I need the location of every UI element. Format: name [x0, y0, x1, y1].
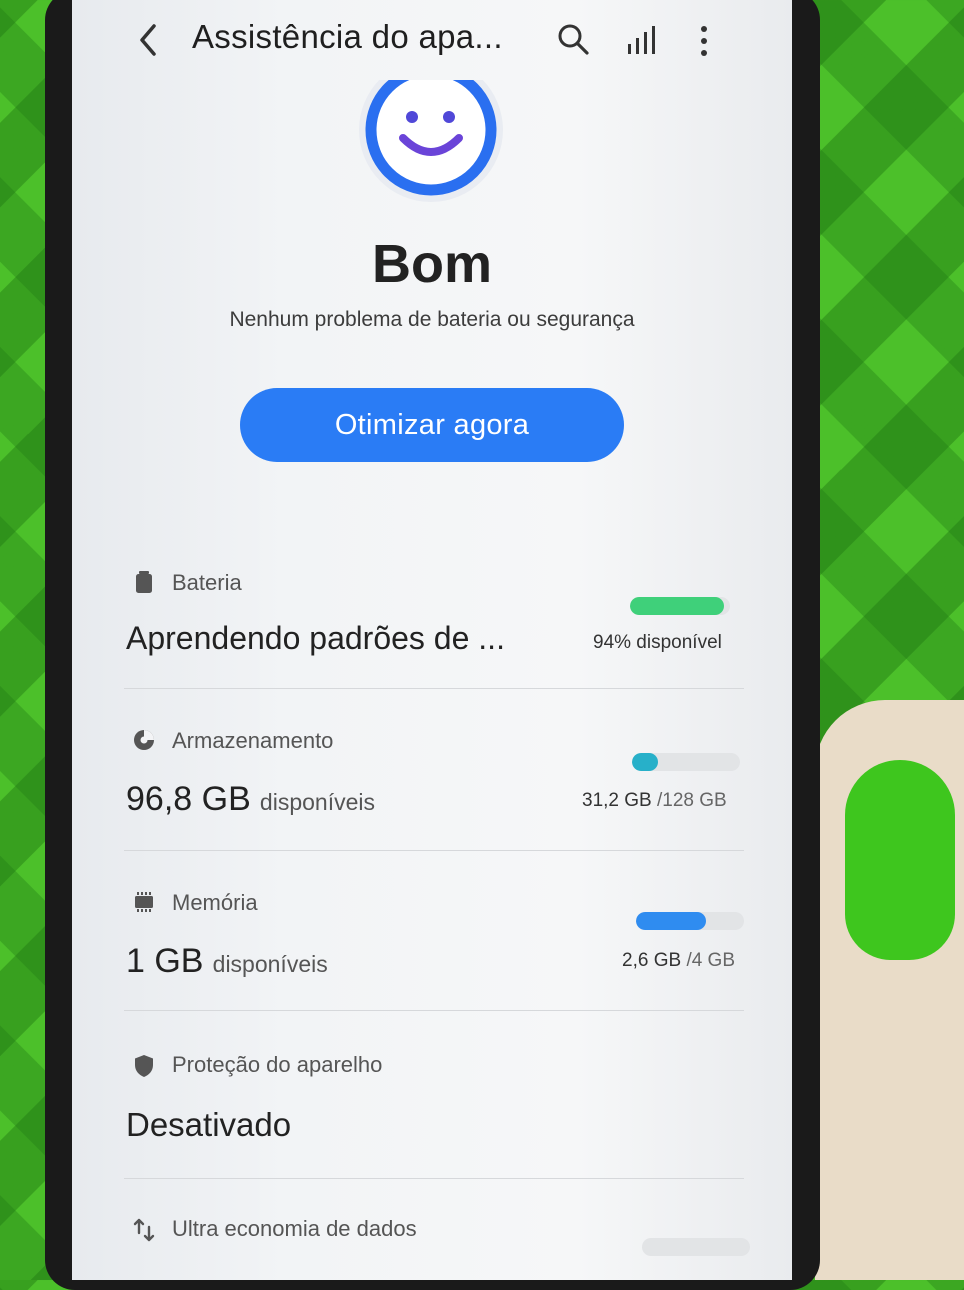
memory-row[interactable]: Memória 1 GB disponíveis 2,6 GB /4 GB — [122, 880, 747, 1010]
storage-row[interactable]: Armazenamento 96,8 GB disponíveis 31,2 G… — [122, 718, 747, 848]
battery-row[interactable]: Bateria Aprendendo padrões de ... 94% di… — [122, 560, 747, 690]
smiley-status-icon — [359, 80, 503, 202]
memory-available: 1 GB — [126, 942, 204, 980]
memory-used: 2,6 GB — [622, 950, 682, 971]
status-title: Bom — [372, 234, 492, 294]
ultra-data-saving-label: Ultra economia de dados — [172, 1216, 417, 1241]
device-protection-row[interactable]: Proteção do aparelho Desativado — [122, 1042, 747, 1172]
battery-status: Aprendendo padrões de ... — [126, 620, 505, 656]
search-icon[interactable] — [556, 22, 590, 56]
storage-total: /128 GB — [657, 790, 727, 811]
status-subtitle: Nenhum problema de bateria ou segurança — [229, 308, 635, 331]
battery-available-text: 94% disponível — [593, 632, 722, 653]
app-bar: Assistência do apa... — [72, 0, 792, 80]
shield-icon — [135, 1055, 153, 1077]
signal-bars-icon[interactable] — [626, 26, 658, 56]
data-saver-toggle[interactable] — [642, 1238, 750, 1256]
page-title: Assistência do apa... — [192, 18, 503, 55]
divider — [124, 688, 744, 689]
storage-pie-icon — [134, 730, 154, 750]
memory-total: /4 GB — [686, 950, 736, 971]
storage-unit: disponíveis — [259, 789, 375, 815]
divider — [124, 1010, 744, 1011]
device-protection-label: Proteção do aparelho — [172, 1052, 383, 1077]
memory-unit: disponíveis — [212, 951, 328, 977]
screen: Assistência do apa... Bom Nenhum problem… — [72, 0, 792, 1280]
back-arrow-icon[interactable] — [134, 22, 164, 58]
storage-value: 96,8 GB disponíveis — [126, 780, 375, 819]
memory-label: Memória — [172, 890, 258, 915]
battery-icon — [136, 571, 152, 593]
battery-level-bar — [630, 597, 730, 615]
data-transfer-icon — [133, 1218, 155, 1242]
ultra-data-saving-row[interactable]: Ultra economia de dados — [122, 1208, 750, 1280]
storage-label: Armazenamento — [172, 728, 334, 753]
storage-used: 31,2 GB — [582, 790, 652, 811]
memory-value: 1 GB disponíveis — [126, 942, 328, 981]
storage-usage-bar — [632, 753, 740, 771]
more-options-icon[interactable] — [694, 24, 714, 58]
memory-chip-icon — [135, 892, 153, 912]
memory-usage-text: 2,6 GB /4 GB — [622, 950, 735, 972]
storage-available: 96,8 GB — [126, 780, 251, 818]
optimize-now-button[interactable]: Otimizar agora — [240, 388, 624, 462]
battery-label: Bateria — [172, 570, 242, 595]
storage-usage-text: 31,2 GB /128 GB — [582, 790, 727, 812]
memory-usage-bar — [636, 912, 744, 930]
background-blob — [845, 760, 955, 960]
divider — [124, 1178, 744, 1179]
divider — [124, 850, 744, 851]
device-protection-status: Desativado — [126, 1106, 292, 1143]
